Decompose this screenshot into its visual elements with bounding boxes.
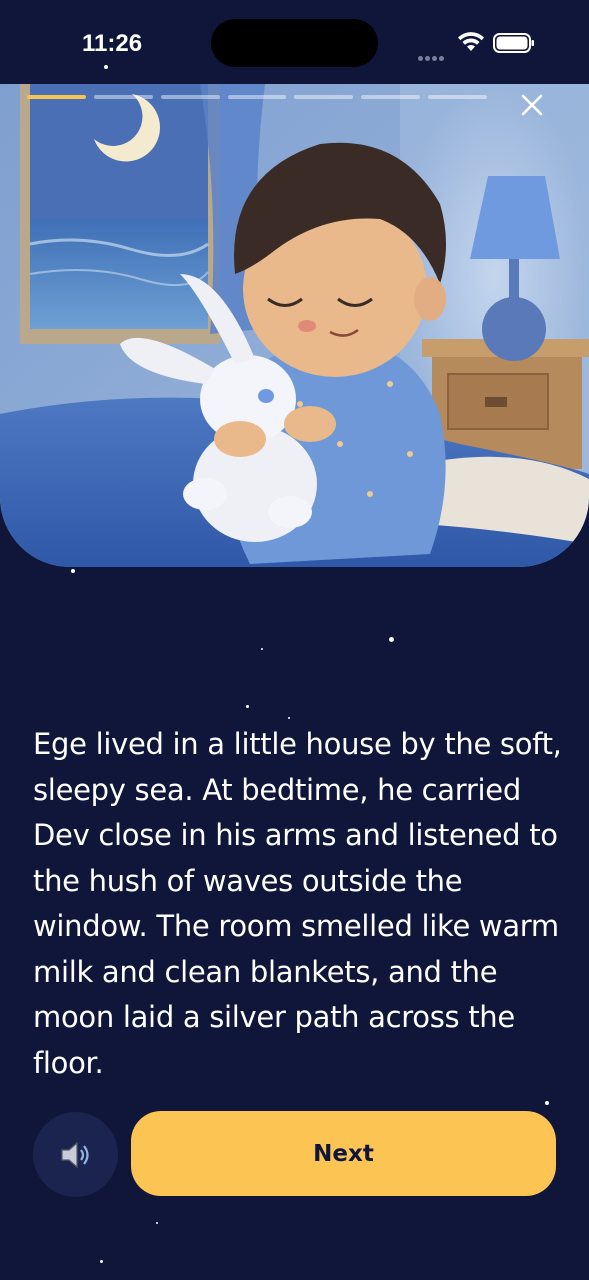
- story-paragraph: Ege lived in a little house by the soft,…: [33, 727, 562, 1080]
- status-bar: 11:26: [0, 0, 589, 84]
- cellular-signal-icon: [418, 46, 448, 61]
- progress-segment: [160, 95, 220, 99]
- star-decoration: [71, 569, 75, 573]
- close-button[interactable]: [517, 90, 547, 120]
- star-decoration: [100, 1260, 103, 1263]
- star-decoration: [246, 705, 249, 708]
- progress-segment: [93, 95, 153, 99]
- progress-segment: [227, 95, 287, 99]
- next-button[interactable]: Next: [131, 1111, 556, 1196]
- story-screen: 11:26 Ege lived in a little house by the…: [0, 0, 589, 1280]
- star-decoration: [389, 637, 394, 642]
- progress-segment: [361, 95, 421, 99]
- battery-icon: [493, 33, 534, 53]
- audio-button[interactable]: [33, 1112, 118, 1197]
- status-time: 11:26: [82, 30, 143, 57]
- star-decoration: [261, 648, 263, 650]
- progress-segment: [294, 95, 354, 99]
- star-decoration: [545, 1101, 549, 1105]
- close-icon: [521, 94, 543, 116]
- star-decoration: [104, 65, 108, 69]
- story-illustration: [0, 84, 589, 567]
- story-progress-bar: [27, 95, 488, 100]
- speaker-icon: [60, 1141, 89, 1168]
- star-decoration: [288, 717, 290, 719]
- star-decoration: [156, 1222, 158, 1224]
- progress-segment: [428, 95, 488, 99]
- dynamic-island: [211, 19, 378, 67]
- wifi-icon: [458, 32, 484, 51]
- progress-segment-active: [27, 95, 86, 99]
